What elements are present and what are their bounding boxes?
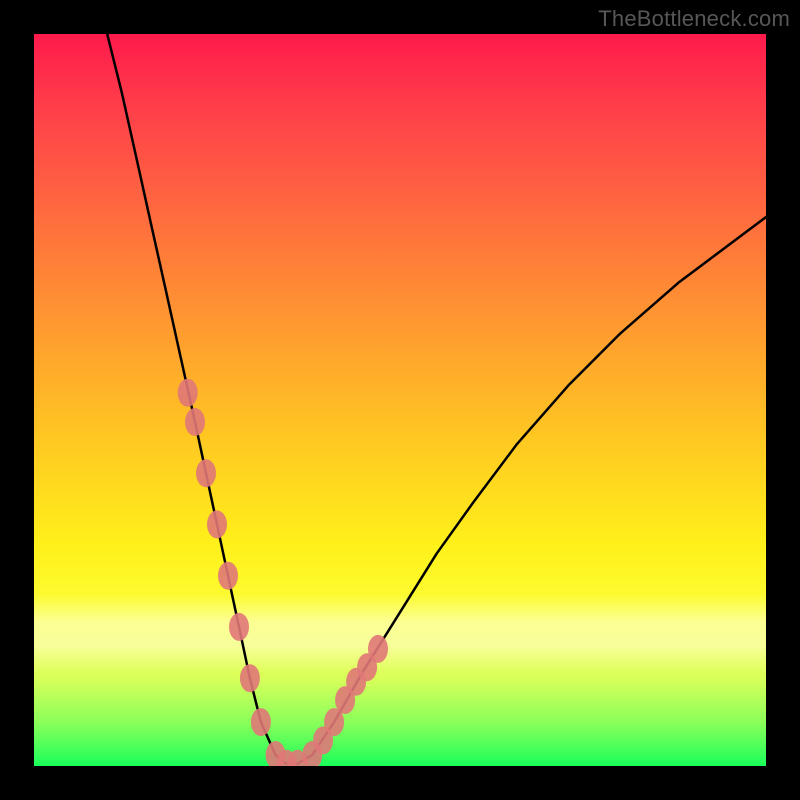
- plot-area: [34, 34, 766, 766]
- chart-svg: [34, 34, 766, 766]
- bottleneck-curve: [107, 34, 766, 764]
- highlight-dots: [178, 379, 388, 766]
- watermark-label: TheBottleneck.com: [598, 6, 790, 32]
- chart-frame: TheBottleneck.com: [0, 0, 800, 800]
- highlight-band: [34, 594, 766, 674]
